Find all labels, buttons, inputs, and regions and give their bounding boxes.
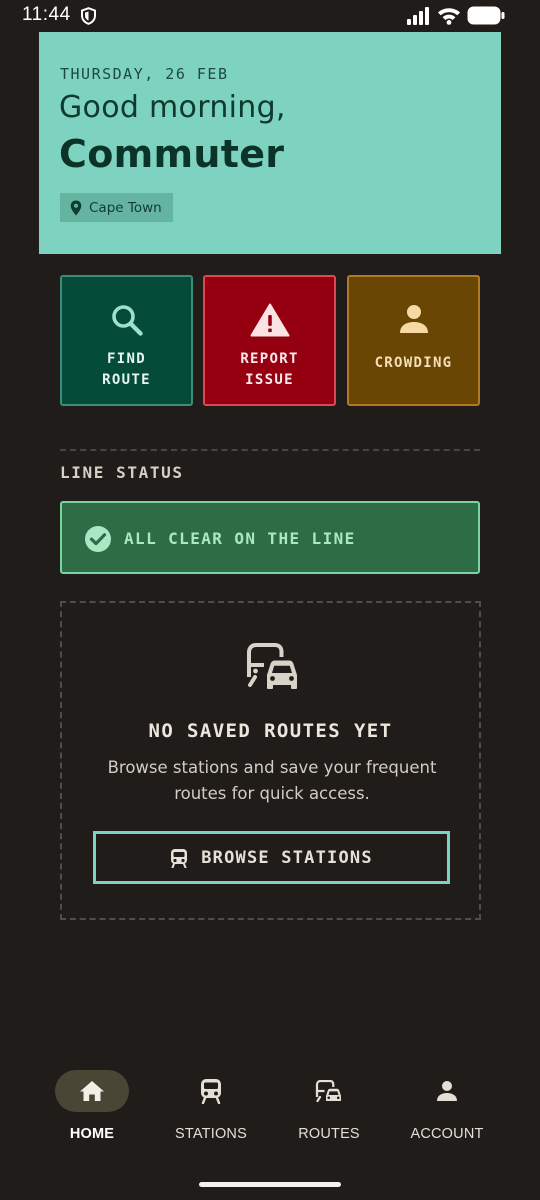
home-icon [80,1081,104,1101]
browse-stations-button[interactable]: BROWSE STATIONS [93,831,450,884]
nav-stations[interactable]: STATIONS [151,1070,271,1150]
section-divider [60,449,480,451]
train-icon [201,1079,221,1104]
empty-state-title: NO SAVED ROUTES YET [148,720,393,742]
bottom-navigation: HOME STATIONS ROUTES ACCOUNT [0,1062,540,1152]
nav-home[interactable]: HOME [32,1070,152,1150]
date-label: THURSDAY, 26 FEB [60,65,229,83]
wifi-icon [438,8,460,25]
find-route-button[interactable]: FIND ROUTE [60,275,193,406]
warning-icon [250,303,289,337]
nav-routes[interactable]: ROUTES [269,1070,389,1150]
line-status-title: LINE STATUS [60,463,184,482]
line-status-banner: ALL CLEAR ON THE LINE [60,501,480,574]
train-icon [171,848,188,868]
saved-routes-empty-state: NO SAVED ROUTES YET Browse stations and … [60,601,481,920]
commute-icon [247,643,297,689]
nav-home-indicator [55,1070,129,1112]
shield-icon [81,7,96,25]
nav-account-icon-wrap [410,1070,484,1112]
empty-state-description: Browse stations and save your frequent r… [107,758,437,803]
person-icon [399,305,428,333]
status-bar: 11:44 [0,0,540,32]
nav-account[interactable]: ACCOUNT [387,1070,507,1150]
battery-icon [467,6,505,25]
report-issue-label: REPORT ISSUE [240,351,299,388]
nav-stations-icon-wrap [174,1070,248,1112]
crowding-label: CROWDING [374,355,453,371]
find-route-label: FIND ROUTE [102,351,151,388]
browse-stations-label: BROWSE STATIONS [201,847,373,868]
account-icon [437,1081,457,1101]
commute-icon [315,1079,341,1102]
location-label: Cape Town [89,199,162,216]
nav-routes-icon-wrap [292,1070,366,1112]
quick-actions: FIND ROUTE REPORT ISSUE CROWDING [60,275,480,406]
home-indicator[interactable] [199,1182,341,1187]
greeting-card: THURSDAY, 26 FEB Good morning, Commuter … [39,32,501,254]
report-issue-button[interactable]: REPORT ISSUE [203,275,336,406]
signal-icon [407,7,429,25]
nav-home-label: HOME [69,1126,115,1142]
greeting-text: Good morning, [59,90,286,125]
search-icon [111,305,143,336]
nav-routes-label: ROUTES [298,1126,360,1142]
nav-stations-label: STATIONS [175,1126,247,1142]
crowding-button[interactable]: CROWDING [347,275,480,406]
status-time: 11:44 [22,4,71,25]
check-circle-icon [85,526,111,552]
location-pin-icon [70,200,82,215]
line-status-message: ALL CLEAR ON THE LINE [124,529,356,548]
user-name: Commuter [59,132,285,176]
nav-account-label: ACCOUNT [410,1126,484,1142]
location-chip[interactable]: Cape Town [60,193,173,222]
